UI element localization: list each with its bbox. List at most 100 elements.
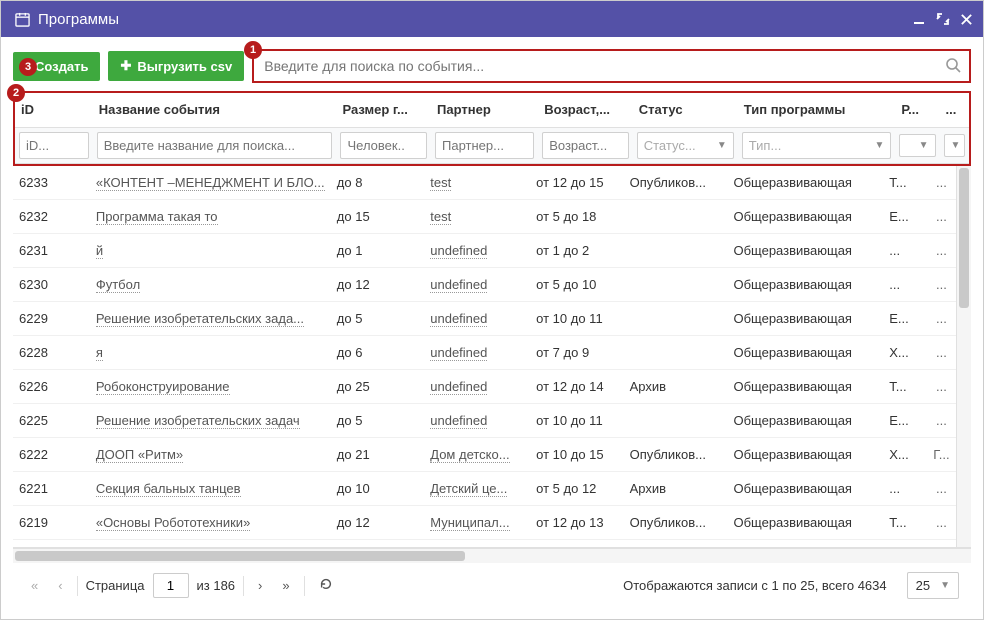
col-age[interactable]: Возраст,...: [538, 93, 633, 127]
col-id[interactable]: iD: [15, 93, 93, 127]
col-status[interactable]: Статус: [633, 93, 738, 127]
vertical-scrollbar[interactable]: [956, 166, 971, 549]
table-row[interactable]: 6231йдо 1undefinedот 1 до 2Общеразвивающ…: [13, 234, 956, 268]
minimize-button[interactable]: [912, 12, 926, 26]
filter-partner[interactable]: [435, 132, 534, 159]
cell-partner[interactable]: undefined: [424, 336, 530, 370]
cell-name[interactable]: «Основы Робототехники»: [90, 506, 331, 540]
prev-page-button[interactable]: ‹: [52, 574, 68, 597]
cell-partner[interactable]: Дом детско...: [424, 438, 530, 472]
window: Программы 1 2 3 Создать ✚ Выгрузить csv: [0, 0, 984, 620]
cell-name[interactable]: й: [90, 234, 331, 268]
cell-id: 6232: [13, 200, 90, 234]
cell-status: Архив: [624, 370, 728, 404]
table-row[interactable]: 6225Решение изобретательских задачдо 5un…: [13, 404, 956, 438]
filter-type[interactable]: Тип...▼: [742, 132, 892, 159]
cell-more[interactable]: ...: [927, 166, 956, 200]
cell-more[interactable]: ...: [927, 302, 956, 336]
table-row[interactable]: 6221Секция бальных танцевдо 10Детский це…: [13, 472, 956, 506]
cell-name[interactable]: Решение изобретательских зада...: [90, 302, 331, 336]
last-page-button[interactable]: »: [276, 574, 295, 597]
col-type[interactable]: Тип программы: [738, 93, 896, 127]
cell-id: 6219: [13, 506, 90, 540]
maximize-button[interactable]: [936, 12, 950, 26]
cell-status: Опубликов...: [624, 506, 728, 540]
search-icon[interactable]: [945, 57, 961, 76]
filter-id[interactable]: [19, 132, 89, 159]
cell-more[interactable]: ...: [927, 336, 956, 370]
grid-filters-frame: iD Название события Размер г... Партнер …: [13, 91, 971, 166]
table-row[interactable]: 6222ДООП «Ритм»до 21Дом детско...от 10 д…: [13, 438, 956, 472]
grid-body: 6233«КОНТЕНТ –МЕНЕДЖМЕНТ И БЛО...до 8tes…: [13, 166, 956, 549]
cell-name[interactable]: «КОНТЕНТ –МЕНЕДЖМЕНТ И БЛО...: [90, 166, 331, 200]
cell-status: [624, 268, 728, 302]
cell-name[interactable]: Программа такая то: [90, 200, 331, 234]
cell-name[interactable]: я: [90, 336, 331, 370]
horizontal-scrollbar[interactable]: [13, 548, 971, 563]
table-row[interactable]: 6230Футболдо 12undefinedот 5 до 10Общера…: [13, 268, 956, 302]
col-r[interactable]: Р...: [895, 93, 939, 127]
cell-partner[interactable]: undefined: [424, 404, 530, 438]
cell-more[interactable]: ...: [927, 404, 956, 438]
cell-partner[interactable]: Детский це...: [424, 472, 530, 506]
scrollbar-thumb[interactable]: [15, 551, 465, 561]
page-label: Страница: [86, 578, 145, 593]
next-page-button[interactable]: ›: [252, 574, 268, 597]
perpage-select[interactable]: 25▼: [907, 572, 959, 599]
cell-name[interactable]: ДООП «Ритм»: [90, 438, 331, 472]
cell-size: до 12: [331, 268, 424, 302]
export-csv-button[interactable]: ✚ Выгрузить csv: [108, 51, 244, 81]
cell-more[interactable]: ...: [927, 268, 956, 302]
chevron-down-icon: ▼: [717, 140, 727, 151]
scrollbar-thumb[interactable]: [959, 168, 969, 308]
filter-age[interactable]: [542, 132, 629, 159]
cell-more[interactable]: ...: [927, 370, 956, 404]
cell-r: Т...: [883, 370, 927, 404]
table-row[interactable]: 6219«Основы Робототехники»до 12Муниципал…: [13, 506, 956, 540]
cell-size: до 5: [331, 404, 424, 438]
cell-type: Общеразвивающая: [727, 336, 883, 370]
cell-partner[interactable]: undefined: [424, 370, 530, 404]
pager: « ‹ Страница из 186 › » Отображаются зап…: [13, 563, 971, 607]
cell-partner[interactable]: test: [424, 200, 530, 234]
col-size[interactable]: Размер г...: [336, 93, 431, 127]
cell-type: Общеразвивающая: [727, 302, 883, 336]
col-partner[interactable]: Партнер: [431, 93, 538, 127]
cell-partner[interactable]: undefined: [424, 268, 530, 302]
table-row[interactable]: 6226Робоконструированиедо 25undefinedот …: [13, 370, 956, 404]
col-more[interactable]: ...: [940, 93, 969, 127]
cell-more[interactable]: ...: [927, 200, 956, 234]
cell-age: от 12 до 14: [530, 370, 623, 404]
table-row[interactable]: 6233«КОНТЕНТ –МЕНЕДЖМЕНТ И БЛО...до 8tes…: [13, 166, 956, 200]
cell-partner[interactable]: undefined: [424, 234, 530, 268]
cell-name[interactable]: Футбол: [90, 268, 331, 302]
table-row[interactable]: 6229Решение изобретательских зада...до 5…: [13, 302, 956, 336]
callout-badge-1: 1: [244, 41, 262, 59]
cell-name[interactable]: Робоконструирование: [90, 370, 331, 404]
cell-more[interactable]: Г...: [927, 438, 956, 472]
cell-name[interactable]: Решение изобретательских задач: [90, 404, 331, 438]
cell-more[interactable]: ...: [927, 506, 956, 540]
filter-status[interactable]: Статус...▼: [637, 132, 734, 159]
table-row[interactable]: 6232Программа такая тодо 15testот 5 до 1…: [13, 200, 956, 234]
col-name[interactable]: Название события: [93, 93, 337, 127]
filter-more[interactable]: ▼: [944, 134, 965, 157]
cell-more[interactable]: ...: [927, 472, 956, 506]
page-input[interactable]: [153, 573, 189, 598]
cell-status: [624, 336, 728, 370]
table-row[interactable]: 6228ядо 6undefinedот 7 до 9Общеразвивающ…: [13, 336, 956, 370]
filter-size[interactable]: [340, 132, 427, 159]
cell-partner[interactable]: test: [424, 166, 530, 200]
filter-r[interactable]: ▼: [899, 134, 935, 157]
cell-more[interactable]: ...: [927, 234, 956, 268]
cell-size: до 1: [331, 234, 424, 268]
close-button[interactable]: [960, 13, 973, 26]
search-input[interactable]: [264, 58, 945, 74]
cell-partner[interactable]: Муниципал...: [424, 506, 530, 540]
first-page-button[interactable]: «: [25, 574, 44, 597]
cell-type: Общеразвивающая: [727, 268, 883, 302]
reload-button[interactable]: [313, 573, 339, 598]
filter-name[interactable]: [97, 132, 333, 159]
cell-name[interactable]: Секция бальных танцев: [90, 472, 331, 506]
cell-partner[interactable]: undefined: [424, 302, 530, 336]
